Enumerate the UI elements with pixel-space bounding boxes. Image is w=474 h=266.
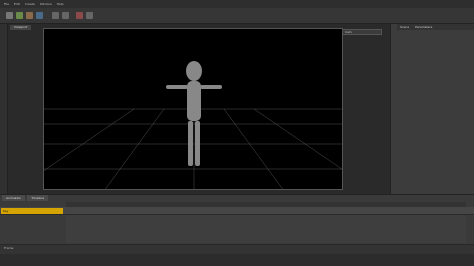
viewport-tab[interactable]: Viewport (10, 25, 32, 30)
menu-edit[interactable]: Edit (14, 2, 20, 6)
3d-viewport[interactable] (43, 28, 343, 190)
light-tool-icon[interactable] (62, 12, 69, 19)
tab-animation[interactable]: Animation (2, 195, 26, 201)
main-toolbar (0, 8, 474, 24)
camera-tool-icon[interactable] (52, 12, 59, 19)
menu-bar: File Edit Create Window Help (0, 0, 474, 8)
move-tool-icon[interactable] (16, 12, 23, 19)
rotate-tool-icon[interactable] (26, 12, 33, 19)
tab-timeline[interactable]: Timeline (27, 195, 49, 201)
scale-tool-icon[interactable] (36, 12, 43, 19)
camera-selector[interactable]: Cam (342, 29, 382, 35)
timeline-track[interactable] (0, 207, 474, 215)
playback-bar (0, 244, 474, 254)
menu-window[interactable]: Window (40, 2, 52, 6)
menu-file[interactable]: File (4, 2, 9, 6)
scene-panel-tabs: Scene Parameters (397, 24, 474, 30)
frame-label: Frame (4, 246, 14, 250)
status-strip (0, 254, 474, 266)
left-tool-strip (0, 24, 8, 194)
timeline-rows[interactable] (66, 215, 466, 243)
select-tool-icon[interactable] (6, 12, 13, 19)
key-track-label[interactable]: Key (1, 208, 63, 214)
menu-help[interactable]: Help (57, 2, 64, 6)
tab-parameters[interactable]: Parameters (412, 24, 435, 30)
render-icon[interactable] (76, 12, 83, 19)
menu-create[interactable]: Create (25, 2, 35, 6)
scene-panel (390, 24, 474, 194)
ground-grid (44, 108, 342, 189)
timeline-tabs: Animation Timeline (0, 195, 49, 201)
render-settings-icon[interactable] (86, 12, 93, 19)
tab-scene[interactable]: Scene (397, 24, 412, 30)
viewport-canvas (44, 61, 342, 189)
